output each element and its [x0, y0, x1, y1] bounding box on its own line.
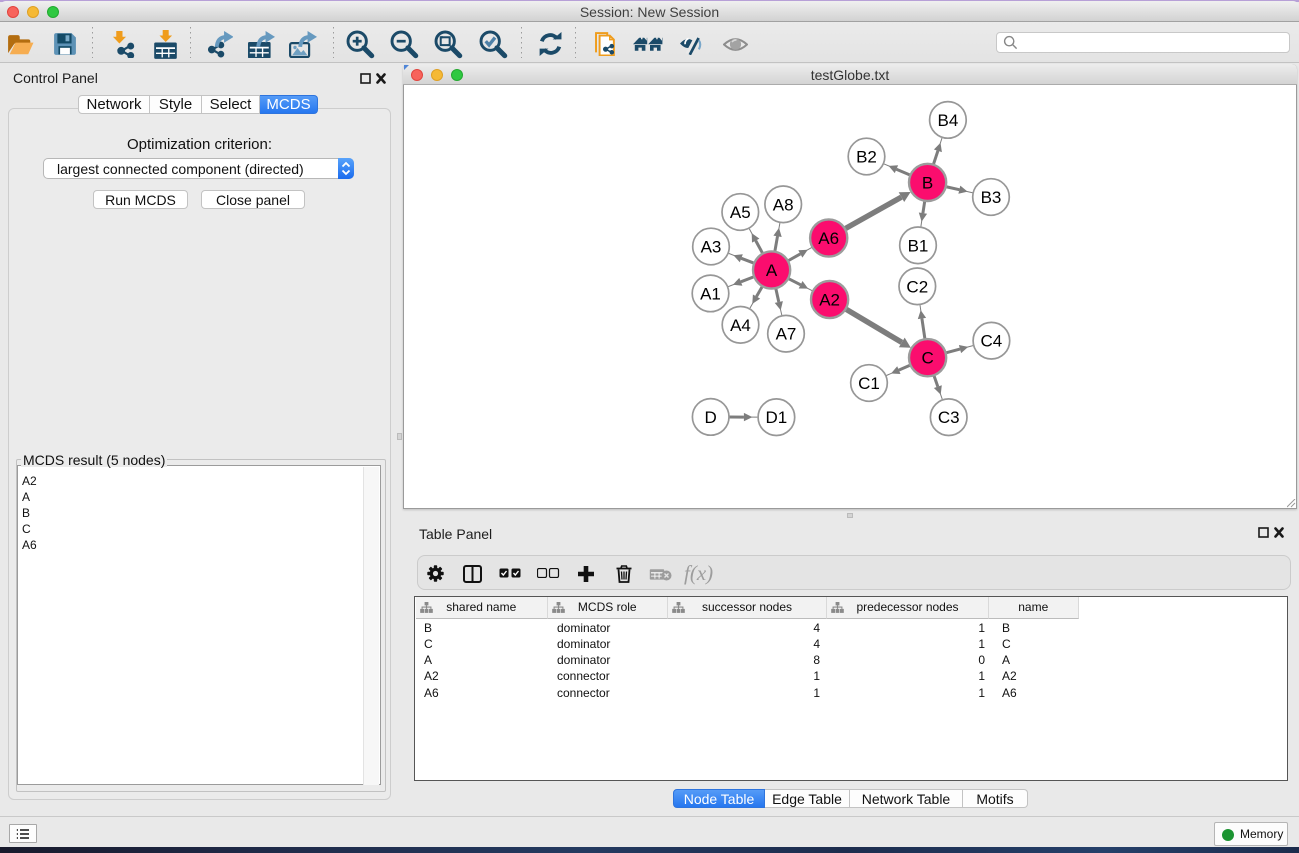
svg-text:B2: B2	[856, 148, 877, 167]
svg-text:B: B	[922, 173, 933, 192]
svg-text:B1: B1	[908, 236, 929, 255]
svg-text:C3: C3	[938, 408, 960, 427]
svg-text:A7: A7	[776, 325, 797, 344]
svg-text:C1: C1	[858, 374, 880, 393]
svg-text:D1: D1	[766, 408, 788, 427]
svg-text:C: C	[921, 349, 933, 368]
svg-text:B3: B3	[981, 188, 1002, 207]
svg-text:A: A	[766, 261, 778, 280]
svg-text:C4: C4	[981, 332, 1003, 351]
svg-text:C2: C2	[906, 277, 928, 296]
svg-text:D: D	[705, 408, 717, 427]
svg-text:A2: A2	[819, 291, 840, 310]
svg-text:A5: A5	[730, 203, 751, 222]
svg-text:A8: A8	[773, 195, 794, 214]
svg-text:A6: A6	[818, 229, 839, 248]
svg-text:A3: A3	[701, 238, 722, 257]
svg-text:A4: A4	[730, 316, 751, 335]
svg-text:A1: A1	[700, 284, 721, 303]
svg-text:B4: B4	[938, 111, 959, 130]
